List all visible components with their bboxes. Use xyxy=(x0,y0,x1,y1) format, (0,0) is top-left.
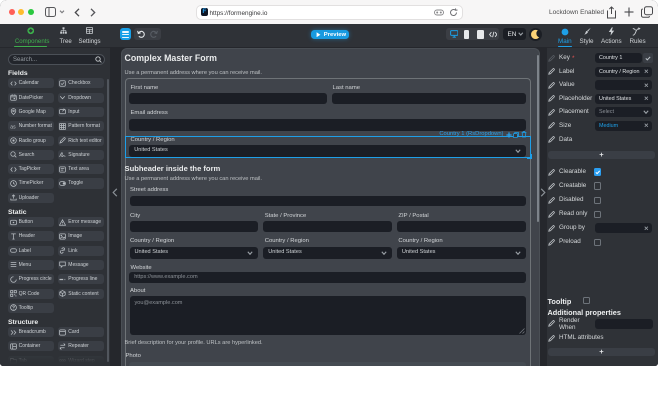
svg-text:as: as xyxy=(10,124,16,130)
